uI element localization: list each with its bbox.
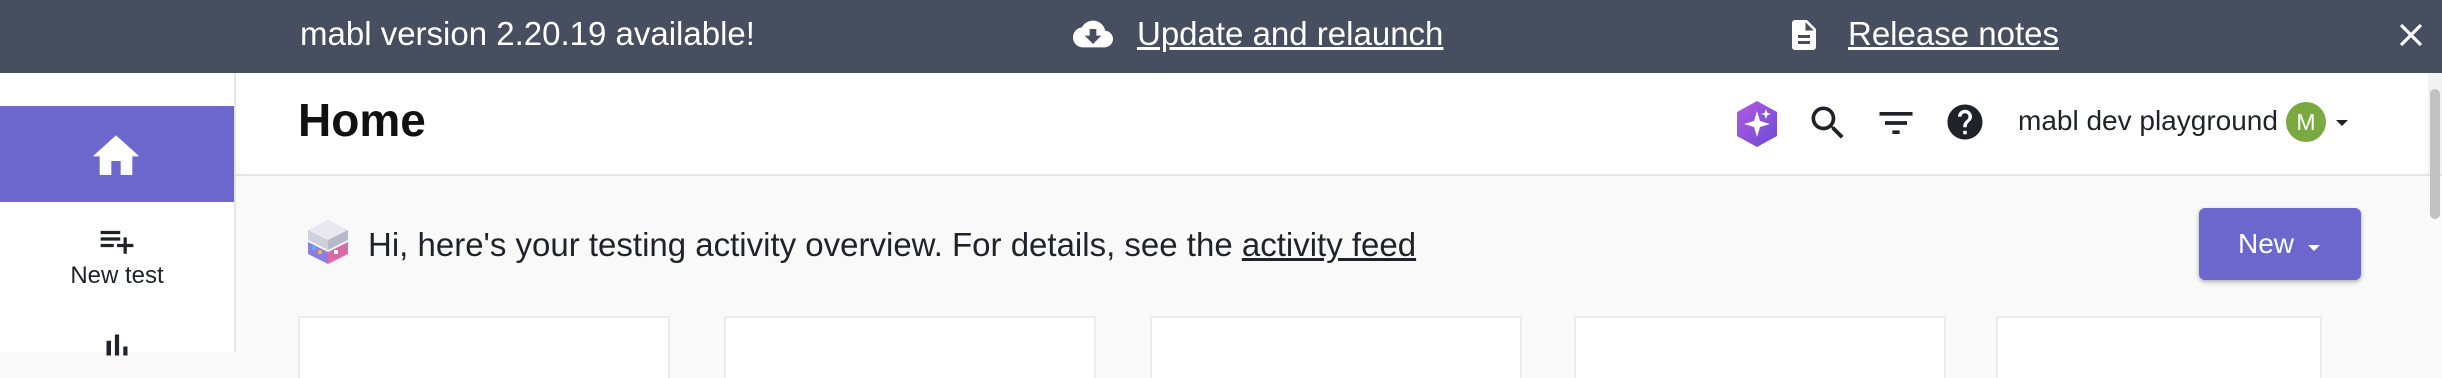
sidebar-item-insights[interactable] — [0, 325, 234, 370]
main-content: Hi, here's your testing activity overvie… — [236, 176, 2442, 378]
activity-intro-text: Hi, here's your testing activity overvie… — [368, 226, 1233, 263]
release-notes-link[interactable]: Release notes — [1848, 14, 2059, 54]
workspace-selector[interactable]: mabl dev playground — [2018, 105, 2278, 137]
playlist-add-icon — [100, 230, 134, 254]
filter-icon[interactable] — [1874, 101, 1918, 150]
sidebar-item-new-test[interactable]: New test — [0, 221, 234, 290]
summary-card — [1150, 316, 1522, 378]
summary-card — [298, 316, 670, 378]
sidebar-item-home[interactable] — [0, 106, 234, 202]
update-relaunch-link[interactable]: Update and relaunch — [1137, 14, 1443, 54]
bar-chart-icon — [106, 334, 128, 356]
update-banner: mabl version 2.20.19 available! Update a… — [0, 0, 2442, 73]
new-button[interactable]: New — [2199, 208, 2361, 280]
document-icon — [1786, 14, 1822, 61]
avatar[interactable]: M — [2286, 102, 2326, 142]
chevron-down-icon[interactable] — [2334, 115, 2350, 133]
search-icon[interactable] — [1806, 101, 1850, 150]
update-message: mabl version 2.20.19 available! — [300, 15, 755, 52]
cloud-download-icon[interactable] — [1070, 14, 1116, 59]
mabl-ai-icon[interactable] — [1734, 99, 1780, 154]
scrollbar-track[interactable] — [2428, 73, 2442, 219]
page-title: Home — [298, 94, 426, 146]
summary-card — [1574, 316, 1946, 378]
activity-cubes-icon — [304, 216, 352, 273]
summary-card — [1996, 316, 2322, 378]
help-icon[interactable] — [1944, 101, 1986, 148]
new-button-label: New — [2237, 228, 2294, 259]
activity-intro: Hi, here's your testing activity overvie… — [368, 226, 1416, 264]
sidebar-item-label: New test — [70, 262, 164, 289]
activity-feed-link[interactable]: activity feed — [1242, 226, 1416, 263]
close-icon[interactable] — [2392, 16, 2430, 59]
home-icon — [92, 135, 140, 175]
page-header: Home mabl dev playground M — [236, 73, 2442, 219]
summary-card — [724, 316, 1096, 378]
chevron-down-icon — [2306, 208, 2322, 280]
sidebar: New test — [0, 73, 236, 356]
